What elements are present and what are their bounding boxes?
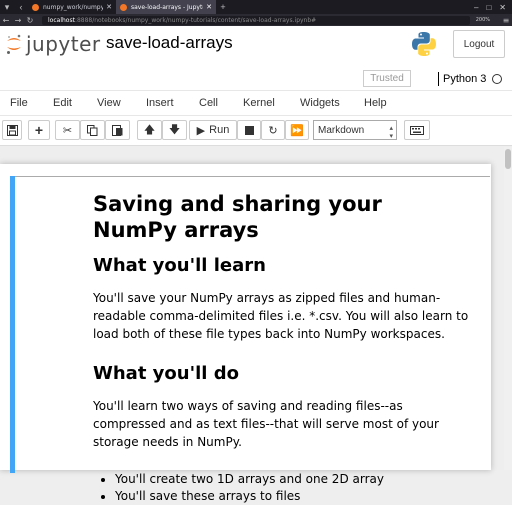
fast-forward-icon: ⏩ <box>290 124 304 137</box>
window-controls: – □ ✕ <box>474 3 512 12</box>
notebook-title[interactable]: save-load-arrays <box>106 33 233 53</box>
url-path: :8888/notebooks/numpy_work/numpy-tutoria… <box>74 16 317 24</box>
move-down-button[interactable]: 🡇 <box>162 120 187 140</box>
jupyter-favicon-icon <box>32 3 39 11</box>
jupyter-favicon-icon <box>120 3 127 11</box>
maximize-icon[interactable]: □ <box>486 3 491 12</box>
notebook-area: Saving and sharing your NumPy arrays Wha… <box>0 147 512 503</box>
keyboard-icon <box>410 125 424 135</box>
jupyter-logo-icon <box>7 34 21 54</box>
tab-list-icon[interactable]: ▾ <box>0 2 14 13</box>
save-icon <box>6 124 18 136</box>
move-up-button[interactable]: 🡅 <box>137 120 162 140</box>
kernel-status-row: Trusted Python 3 <box>0 68 512 90</box>
copy-icon <box>87 124 98 136</box>
menu-widgets[interactable]: Widgets <box>300 97 340 109</box>
browser-tab-active[interactable]: save-load-arrays - Jupyter ✕ <box>116 0 216 14</box>
rendered-markdown: Saving and sharing your NumPy arrays Wha… <box>93 191 473 505</box>
markdown-cell[interactable]: Saving and sharing your NumPy arrays Wha… <box>10 176 490 503</box>
tab-label: numpy_work/numpy_no <box>43 3 104 11</box>
menu-file[interactable]: File <box>10 97 28 109</box>
cell-type-value: Markdown <box>318 124 365 136</box>
scissors-icon: ✂ <box>62 124 73 137</box>
notebook-page: Saving and sharing your NumPy arrays Wha… <box>0 164 491 503</box>
forward-icon[interactable]: → <box>12 16 24 25</box>
arrow-up-icon: 🡅 <box>143 123 156 136</box>
menu-view[interactable]: View <box>97 97 121 109</box>
close-tab-icon[interactable]: ✕ <box>106 3 112 11</box>
menu-cell[interactable]: Cell <box>199 97 218 109</box>
menu-kernel[interactable]: Kernel <box>243 97 275 109</box>
menu-edit[interactable]: Edit <box>53 97 72 109</box>
chevron-updown-icon: ▴ ▾ <box>389 125 393 140</box>
page-scrollbar[interactable] <box>504 147 512 470</box>
plus-icon: + <box>34 122 44 138</box>
heading-title: Saving and sharing your NumPy arrays <box>93 192 382 242</box>
restart-run-all-button[interactable]: ⏩ <box>285 120 309 140</box>
scrollbar-thumb[interactable] <box>505 149 511 169</box>
command-palette-button[interactable] <box>404 120 430 140</box>
paragraph-learn: You'll save your NumPy arrays as zipped … <box>93 291 469 341</box>
paragraph-do: You'll learn two ways of saving and read… <box>93 399 439 449</box>
save-button[interactable] <box>2 120 22 140</box>
python-logo-icon <box>412 32 436 56</box>
zoom-level[interactable]: 200% <box>476 17 490 23</box>
trusted-indicator[interactable]: Trusted <box>363 70 411 87</box>
back-icon[interactable]: ← <box>0 16 12 25</box>
close-window-icon[interactable]: ✕ <box>499 3 506 12</box>
tab-label: save-load-arrays - Jupyter <box>131 3 204 11</box>
close-tab-icon[interactable]: ✕ <box>206 3 212 11</box>
paste-button[interactable] <box>105 120 130 140</box>
jupyter-header: jupyter save-load-arrays Logout <box>0 26 512 68</box>
interrupt-button[interactable] <box>237 120 261 140</box>
minimize-icon[interactable]: – <box>474 3 478 12</box>
paste-icon <box>112 125 123 136</box>
cut-button[interactable]: ✂ <box>55 120 80 140</box>
menu-icon[interactable]: ≡ <box>500 16 512 25</box>
heading-learn: What you'll learn <box>93 255 266 276</box>
logout-button[interactable]: Logout <box>453 30 505 58</box>
heading-do: What you'll do <box>93 363 239 384</box>
jupyter-logo[interactable]: jupyter <box>6 32 101 56</box>
restart-icon: ↻ <box>268 124 278 137</box>
browser-tab[interactable]: numpy_work/numpy_no ✕ <box>28 0 116 14</box>
run-button[interactable]: ▶ Run <box>189 120 237 140</box>
browser-tab-bar: ▾ ‹ numpy_work/numpy_no ✕ save-load-arra… <box>0 0 512 14</box>
tab-scroll-left-icon[interactable]: ‹ <box>14 2 28 12</box>
menu-help[interactable]: Help <box>364 97 387 109</box>
run-label: Run <box>209 124 230 136</box>
kernel-idle-icon <box>492 74 502 84</box>
list-item: You'll save these arrays to files <box>115 488 473 505</box>
stop-icon <box>244 125 254 135</box>
copy-button[interactable] <box>80 120 105 140</box>
play-icon: ▶ <box>196 124 206 137</box>
kernel-name: Python 3 <box>438 72 486 86</box>
menu-insert[interactable]: Insert <box>146 97 174 109</box>
address-input[interactable]: localhost:8888/notebooks/numpy_work/nump… <box>42 15 470 25</box>
browser-url-bar: ← → ↻ localhost:8888/notebooks/numpy_wor… <box>0 14 512 26</box>
cell-type-select[interactable]: Markdown ▴ ▾ <box>313 120 397 140</box>
selected-cell-indicator <box>10 176 15 473</box>
menu-bar: File Edit View Insert Cell Kernel Widget… <box>0 90 512 116</box>
notebook-toolbar: + ✂ 🡅 🡇 ▶ Run ↻ ⏩ Markdown ▴ ▾ <box>0 116 512 146</box>
url-host: localhost <box>48 16 75 24</box>
jupyter-wordmark: jupyter <box>26 32 101 56</box>
restart-button[interactable]: ↻ <box>261 120 285 140</box>
insert-cell-button[interactable]: + <box>28 120 50 140</box>
new-tab-icon[interactable]: + <box>216 2 230 12</box>
list-item: You'll create two 1D arrays and one 2D a… <box>115 471 473 488</box>
task-list: You'll create two 1D arrays and one 2D a… <box>115 471 473 505</box>
reload-icon[interactable]: ↻ <box>24 16 36 25</box>
arrow-down-icon: 🡇 <box>168 123 181 136</box>
